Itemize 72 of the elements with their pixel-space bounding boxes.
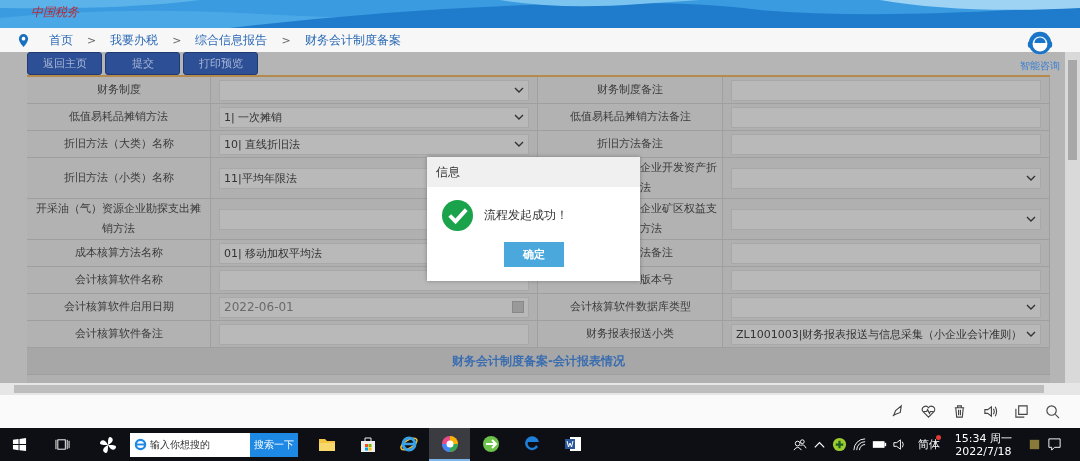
caret-icon <box>514 114 524 120</box>
field-label: 企业开发资产折 <box>640 160 717 176</box>
wifi-icon[interactable] <box>851 437 867 452</box>
toolbar-button[interactable]: 打印预览 <box>183 52 258 75</box>
field-label: 低值易耗品摊销方法 <box>69 109 168 125</box>
caret-icon <box>1026 331 1036 337</box>
caret-icon <box>1026 216 1036 222</box>
task-view-icon[interactable] <box>55 437 70 452</box>
taskbar-search-field[interactable]: 输入你想搜的 <box>130 432 250 457</box>
breadcrumb-separator: > <box>281 33 291 47</box>
dropdown-field[interactable] <box>731 167 1041 189</box>
breadcrumb-separator: > <box>87 33 97 47</box>
dialog-message: 流程发起成功！ <box>484 207 568 224</box>
section-title: 财务会计制度备案-会计报表情况 <box>452 352 625 370</box>
copy-icon[interactable] <box>1014 404 1029 419</box>
caret-icon <box>1026 304 1036 310</box>
volume-icon[interactable] <box>891 437 907 452</box>
field-label: 会计核算软件名称 <box>74 272 163 288</box>
toolbar-button[interactable]: 返回主页 <box>27 52 102 75</box>
square-icon[interactable] <box>1027 437 1042 452</box>
dropdown-field[interactable] <box>731 296 1041 318</box>
caret-icon <box>1026 175 1036 181</box>
dropdown-field[interactable]: 1| 一次摊销 <box>219 106 529 128</box>
breadcrumb-link[interactable]: 综合信息报告 <box>195 31 268 49</box>
heart-pulse-icon[interactable] <box>921 404 936 419</box>
trash-icon[interactable] <box>952 404 967 419</box>
field-label: 低值易耗品摊销方法备注 <box>569 109 691 125</box>
caret-icon <box>514 87 524 93</box>
field-label: 成本核算方法名称 <box>74 245 163 261</box>
field-label: 会计核算软件数据库类型 <box>569 299 691 315</box>
field-label: 法 <box>640 180 651 196</box>
people-icon[interactable] <box>791 437 807 452</box>
breadcrumb-link[interactable]: 首页 <box>49 31 73 49</box>
field-label: 版本号 <box>640 272 673 288</box>
field-label: 财务制度备注 <box>597 82 663 98</box>
notification-dot <box>936 434 941 440</box>
field-label: 法备注 <box>640 245 673 261</box>
field-label: 财务制度 <box>96 82 141 98</box>
dropdown-field[interactable] <box>731 208 1041 230</box>
field-label: 企业矿区权益支 <box>640 201 717 217</box>
breadcrumb-link[interactable]: 财务会计制度备案 <box>304 31 401 49</box>
field-label: 折旧方法（小类）名称 <box>63 170 174 186</box>
windows-start-icon[interactable] <box>12 437 27 452</box>
arrow-circle-icon <box>480 433 501 454</box>
dropdown-field[interactable]: 10| 直线折旧法 <box>219 133 529 155</box>
field-label: 财务报表报送小类 <box>586 326 674 342</box>
location-pin-icon <box>18 33 29 47</box>
taskbar-app[interactable] <box>429 428 470 461</box>
plus-circle-icon[interactable] <box>831 437 847 452</box>
success-check-icon <box>441 199 474 232</box>
field-label: 会计核算软件启用日期 <box>63 299 174 315</box>
horizontal-scrollbar[interactable] <box>0 383 1080 395</box>
toolbar-button[interactable]: 提交 <box>105 52 180 75</box>
field-label: 开采油（气）资源企业勘探支出摊销方法 <box>35 201 202 237</box>
search-icon[interactable] <box>1045 404 1060 419</box>
colorful-circle-icon <box>439 433 460 454</box>
field-label: 方法 <box>640 221 662 237</box>
clock[interactable]: 15:34 周一 2022/7/18 <box>954 431 1012 458</box>
pinwheel-icon[interactable] <box>98 434 118 455</box>
field-label: 折旧方法（大类）名称 <box>63 136 174 152</box>
input-method-label[interactable]: 简体 <box>917 437 940 452</box>
speaker-icon[interactable] <box>983 404 998 419</box>
breadcrumb-link[interactable]: 我要办税 <box>110 31 159 49</box>
vertical-scrollbar[interactable] <box>1065 52 1080 383</box>
dropdown-field[interactable] <box>219 79 529 101</box>
caret-icon <box>514 141 524 147</box>
dropdown-field[interactable]: ZL1001003|财务报表报送与信息采集（小企业会计准则） <box>731 323 1041 345</box>
search-button[interactable]: 搜索一下 <box>250 432 298 457</box>
action-center-icon[interactable] <box>1047 437 1062 452</box>
field-label: 折旧方法备注 <box>597 136 663 152</box>
field-label: 会计核算软件备注 <box>74 326 163 342</box>
breadcrumb-separator: > <box>172 33 182 47</box>
